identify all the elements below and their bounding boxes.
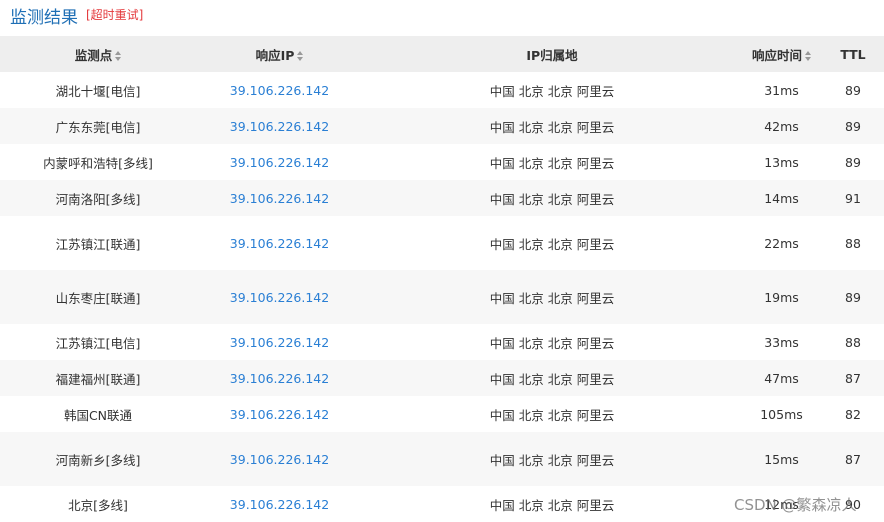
cell-ip[interactable]: 39.106.226.142 xyxy=(196,324,363,360)
table-row: 山东枣庄[联通] 39.106.226.142 中国 北京 北京 阿里云 19ms 89 xyxy=(0,270,884,324)
cell-ip[interactable]: 39.106.226.142 xyxy=(196,270,363,324)
table-row: 江苏镇江[联通] 39.106.226.142 中国 北京 北京 阿里云 22ms 88 xyxy=(0,216,884,270)
cell-ip[interactable]: 39.106.226.142 xyxy=(196,72,363,108)
table-row: 河南洛阳[多线] 39.106.226.142 中国 北京 北京 阿里云 14ms 91 xyxy=(0,180,884,216)
cell-node: 河南洛阳[多线] xyxy=(55,191,141,207)
cell-ip[interactable]: 39.106.226.142 xyxy=(196,486,363,522)
col-header-ip[interactable]: 响应IP xyxy=(196,36,363,72)
cell-location: 中国 北京 北京 阿里云 xyxy=(489,290,615,306)
cell-location: 中国 北京 北京 阿里云 xyxy=(489,452,615,468)
cell-ttl: 89 xyxy=(845,82,861,98)
cell-node: 山东枣庄[联通] xyxy=(55,290,141,306)
cell-ttl: 89 xyxy=(845,118,861,134)
cell-location: 中国 北京 北京 阿里云 xyxy=(489,407,615,423)
table-row: 广东东莞[电信] 39.106.226.142 中国 北京 北京 阿里云 42ms 89 xyxy=(0,108,884,144)
cell-time: 47ms xyxy=(764,370,799,386)
table-row: 福建福州[联通] 39.106.226.142 中国 北京 北京 阿里云 47ms 87 xyxy=(0,360,884,396)
col-header-label: TTL xyxy=(840,46,866,62)
cell-location: 中国 北京 北京 阿里云 xyxy=(489,236,615,252)
cell-node: 河南新乡[多线] xyxy=(55,452,141,468)
cell-ip[interactable]: 39.106.226.142 xyxy=(196,360,363,396)
table-row: 湖北十堰[电信] 39.106.226.142 中国 北京 北京 阿里云 31ms 89 xyxy=(0,72,884,108)
cell-node: 韩国CN联通 xyxy=(63,407,133,423)
results-header: 监测结果 [超时重试] xyxy=(0,0,884,33)
cell-time: 42ms xyxy=(764,118,799,134)
cell-ip[interactable]: 39.106.226.142 xyxy=(196,144,363,180)
table-row: 内蒙呼和浩特[多线] 39.106.226.142 中国 北京 北京 阿里云 13ms… xyxy=(0,144,884,180)
cell-node: 福建福州[联通] xyxy=(55,371,141,387)
cell-node: 内蒙呼和浩特[多线] xyxy=(43,155,153,171)
cell-ip[interactable]: 39.106.226.142 xyxy=(196,216,363,270)
col-header-ttl: TTL xyxy=(822,36,884,72)
cell-ttl: 88 xyxy=(845,334,861,350)
cell-location: 中国 北京 北京 阿里云 xyxy=(489,371,615,387)
cell-time: 105ms xyxy=(760,406,803,422)
cell-ip[interactable]: 39.106.226.142 xyxy=(196,396,363,432)
cell-ip[interactable]: 39.106.226.142 xyxy=(196,108,363,144)
sort-icon[interactable] xyxy=(297,50,304,61)
cell-node: 江苏镇江[联通] xyxy=(55,236,141,252)
cell-time: 15ms xyxy=(764,451,799,467)
sort-icon[interactable] xyxy=(115,50,122,61)
cell-ttl: 89 xyxy=(845,289,861,305)
table-row: 江苏镇江[电信] 39.106.226.142 中国 北京 北京 阿里云 33ms 88 xyxy=(0,324,884,360)
timeout-retry-link[interactable]: [超时重试] xyxy=(86,6,143,23)
col-header-label: IP归属地 xyxy=(526,47,578,63)
cell-ip[interactable]: 39.106.226.142 xyxy=(196,180,363,216)
cell-time: 19ms xyxy=(764,289,799,305)
col-header-label: 响应时间 xyxy=(751,47,802,63)
cell-location: 中国 北京 北京 阿里云 xyxy=(489,335,615,351)
cell-ttl: 82 xyxy=(845,406,861,422)
table-row: 河南新乡[多线] 39.106.226.142 中国 北京 北京 阿里云 15ms 87 xyxy=(0,432,884,486)
cell-time: 33ms xyxy=(764,334,799,350)
cell-node: 湖北十堰[电信] xyxy=(55,83,141,99)
col-header-label: 响应IP xyxy=(255,47,295,63)
sort-icon[interactable] xyxy=(805,50,811,61)
cell-node: 广东东莞[电信] xyxy=(55,119,141,135)
col-header-location: IP归属地 xyxy=(363,36,741,72)
table-row: 韩国CN联通 39.106.226.142 中国 北京 北京 阿里云 105ms 82 xyxy=(0,396,884,432)
cell-time: 22ms xyxy=(764,235,799,251)
cell-location: 中国 北京 北京 阿里云 xyxy=(489,155,615,171)
cell-ttl: 87 xyxy=(845,370,861,386)
cell-time: 31ms xyxy=(764,82,799,98)
cell-location: 中国 北京 北京 阿里云 xyxy=(489,497,615,513)
cell-ttl: 87 xyxy=(845,451,861,467)
cell-node: 北京[多线] xyxy=(68,497,128,513)
cell-ip[interactable]: 39.106.226.142 xyxy=(196,432,363,486)
cell-ttl: 88 xyxy=(845,235,861,251)
cell-location: 中国 北京 北京 阿里云 xyxy=(489,83,615,99)
col-header-node[interactable]: 监测点 xyxy=(0,36,196,72)
col-header-time[interactable]: 响应时间 xyxy=(741,36,822,72)
cell-location: 中国 北京 北京 阿里云 xyxy=(489,119,615,135)
cell-location: 中国 北京 北京 阿里云 xyxy=(489,191,615,207)
cell-time: 14ms xyxy=(764,190,799,206)
csdn-watermark: CSDN @繁森凉人 xyxy=(734,496,857,514)
results-table: 监测点 响应IP IP归属地 响应时间 TTL 湖北十堰[电信] 39.106.2… xyxy=(0,36,884,522)
table-header-row: 监测点 响应IP IP归属地 响应时间 TTL xyxy=(0,36,884,72)
cell-ttl: 91 xyxy=(845,190,861,206)
col-header-label: 监测点 xyxy=(74,47,113,63)
cell-time: 13ms xyxy=(764,154,799,170)
results-title: 监测结果 xyxy=(10,8,78,28)
cell-node: 江苏镇江[电信] xyxy=(55,335,141,351)
cell-ttl: 89 xyxy=(845,154,861,170)
